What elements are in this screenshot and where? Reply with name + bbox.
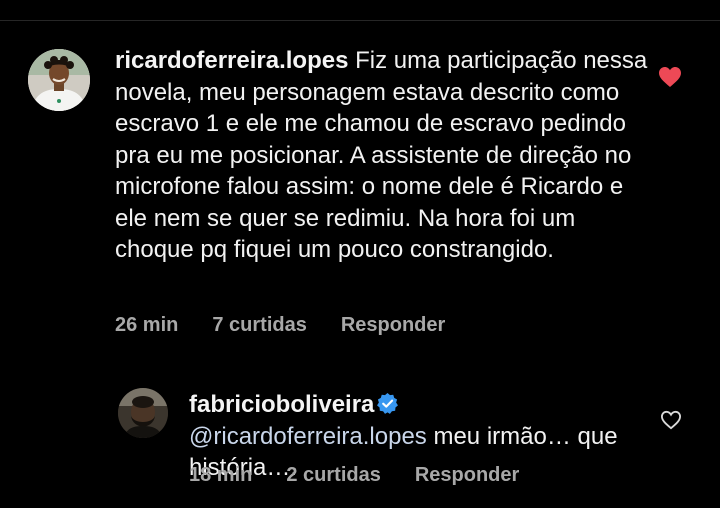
- comment-timestamp: 26 min: [115, 314, 179, 336]
- verified-badge-icon: [377, 392, 399, 414]
- reply-mention-link[interactable]: @ricardoferreira.lopes: [189, 423, 427, 450]
- reply-reply-button[interactable]: Responder: [415, 464, 519, 487]
- comment-meta-row: 26 min 7 curtidas Responder: [115, 314, 445, 337]
- reply-username[interactable]: fabricioboliveira: [189, 391, 374, 418]
- reply-meta-row: 18 min 2 curtidas Responder: [189, 464, 519, 487]
- avatar-fabricioboliveira[interactable]: [118, 388, 168, 438]
- comment-username[interactable]: ricardoferreira.lopes: [115, 47, 348, 74]
- heart-outline-icon: [660, 410, 682, 430]
- top-divider: [0, 20, 720, 21]
- comment-like-button[interactable]: [658, 66, 682, 88]
- reply-like-button[interactable]: [660, 410, 682, 430]
- comment-reply-button[interactable]: Responder: [341, 314, 445, 337]
- avatar-portrait-icon: [28, 49, 90, 111]
- heart-filled-icon: [659, 67, 681, 87]
- reply-timestamp: 18 min: [189, 464, 253, 486]
- avatar-ricardoferreira[interactable]: [28, 49, 90, 111]
- comment-text: Fiz uma participação nessa novela, meu p…: [115, 47, 648, 263]
- comment-likes-count[interactable]: 7 curtidas: [212, 314, 306, 337]
- reply-likes-count[interactable]: 2 curtidas: [286, 464, 380, 487]
- comment-body: ricardoferreira.lopes Fiz uma participaç…: [115, 45, 655, 266]
- avatar-portrait-icon: [118, 388, 168, 438]
